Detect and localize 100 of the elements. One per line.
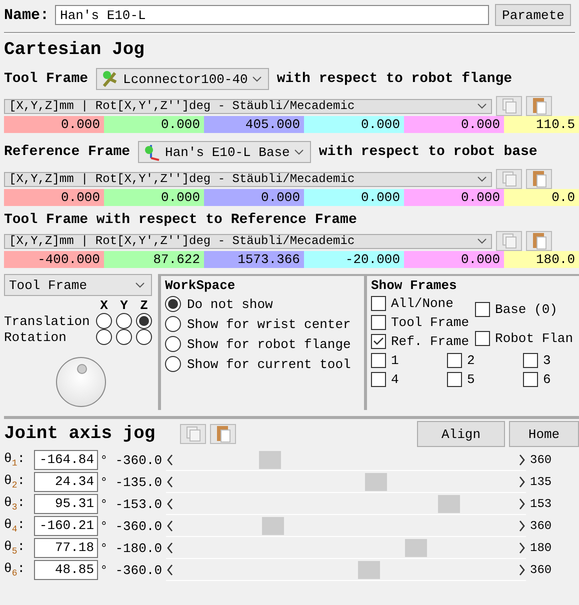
jog-label: Translation bbox=[4, 314, 91, 328]
format-dropdown[interactable]: [X,Y,Z]mm | Rot[X,Y',Z'']deg - Stäubli/Mecademic bbox=[4, 172, 492, 186]
format-dropdown[interactable]: [X,Y,Z]mm | Rot[X,Y',Z'']deg - Stäubli/Mecademic bbox=[4, 98, 492, 114]
checkbox-label: Tool Frame bbox=[391, 315, 470, 330]
value-field[interactable]: 0.000 bbox=[4, 116, 104, 133]
degree-unit: ° bbox=[99, 452, 108, 468]
checkbox[interactable] bbox=[447, 372, 462, 387]
radio-button[interactable] bbox=[116, 329, 132, 345]
joint-field[interactable]: 48.85 bbox=[34, 560, 98, 580]
checkbox[interactable] bbox=[371, 315, 386, 330]
radio-button[interactable] bbox=[165, 296, 181, 312]
value-field[interactable]: 180.0 bbox=[504, 251, 579, 268]
paste-icon[interactable] bbox=[526, 231, 552, 251]
joint-field[interactable]: -164.84 bbox=[34, 450, 98, 470]
joint-field[interactable]: 95.31 bbox=[34, 494, 98, 514]
joint-slider[interactable] bbox=[166, 560, 526, 580]
value-field[interactable]: 0.000 bbox=[304, 189, 404, 206]
mode-dropdown[interactable]: Tool Frame bbox=[4, 274, 152, 296]
slider-thumb[interactable] bbox=[404, 538, 427, 556]
slider-thumb[interactable] bbox=[262, 516, 284, 534]
paste-icon[interactable] bbox=[210, 424, 236, 444]
section-title: Joint axis jog bbox=[4, 424, 156, 444]
joint-label: θ$_{2}$: bbox=[4, 473, 26, 491]
value-field[interactable]: 0.000 bbox=[304, 116, 404, 133]
name-field[interactable]: Han's E10-L bbox=[55, 5, 490, 25]
checkbox[interactable] bbox=[523, 353, 538, 368]
align-button[interactable]: Align bbox=[417, 421, 505, 447]
joint-slider[interactable] bbox=[166, 494, 526, 514]
value-field[interactable]: 0.000 bbox=[104, 116, 204, 133]
home-button[interactable]: Home bbox=[509, 421, 579, 447]
joint-field[interactable]: 77.18 bbox=[34, 538, 98, 558]
radio-button[interactable] bbox=[165, 356, 181, 372]
check-icon bbox=[373, 337, 384, 346]
axes-icon bbox=[143, 143, 162, 161]
axis-label: Y bbox=[119, 298, 129, 313]
jog-knob[interactable] bbox=[56, 357, 106, 407]
joint-slider[interactable] bbox=[166, 450, 526, 470]
max-label: 360 bbox=[529, 563, 552, 577]
value-field[interactable]: -20.000 bbox=[304, 251, 404, 268]
value-field[interactable]: 405.000 bbox=[204, 116, 304, 133]
value-field[interactable]: 0.000 bbox=[404, 251, 504, 268]
radio-button[interactable] bbox=[165, 316, 181, 332]
checkbox[interactable] bbox=[475, 302, 490, 317]
degree-unit: ° bbox=[99, 496, 108, 512]
degree-unit: ° bbox=[99, 474, 108, 490]
value-field[interactable]: 1573.366 bbox=[204, 251, 304, 268]
checkbox-label: 3 bbox=[543, 353, 551, 368]
joint-slider[interactable] bbox=[166, 538, 526, 558]
parameters-button[interactable]: Paramete bbox=[495, 4, 572, 26]
checkbox-label: 4 bbox=[391, 372, 399, 387]
chevron-icon bbox=[252, 76, 262, 82]
joint-field[interactable]: 24.34 bbox=[34, 472, 98, 492]
axis-label: X bbox=[99, 298, 109, 313]
value-field[interactable]: 87.622 bbox=[104, 251, 204, 268]
value-field[interactable]: 0.000 bbox=[104, 189, 204, 206]
checkbox[interactable] bbox=[475, 331, 490, 346]
radio-button[interactable] bbox=[165, 336, 181, 352]
radio-button[interactable] bbox=[96, 329, 112, 345]
value-field[interactable]: 110.5 bbox=[504, 116, 579, 133]
joint-slider[interactable] bbox=[166, 516, 526, 536]
checkbox[interactable] bbox=[371, 296, 386, 311]
slider-thumb[interactable] bbox=[364, 472, 387, 490]
checkbox[interactable] bbox=[371, 334, 386, 349]
value-field[interactable]: 0.0 bbox=[504, 189, 579, 206]
checkbox[interactable] bbox=[371, 353, 386, 368]
frame-label: Tool Frame with respect to Reference Frame bbox=[3, 211, 358, 229]
reference-dropdown[interactable]: Han's E10-L Base bbox=[138, 141, 311, 163]
checkbox[interactable] bbox=[447, 353, 462, 368]
checkbox[interactable] bbox=[371, 372, 386, 387]
chevron-icon bbox=[477, 238, 487, 244]
slider-thumb[interactable] bbox=[358, 560, 380, 578]
radio-button[interactable] bbox=[96, 313, 112, 329]
joint-slider[interactable] bbox=[166, 472, 526, 492]
name-label: Name: bbox=[4, 6, 50, 24]
value-field[interactable]: 0.000 bbox=[404, 116, 504, 133]
min-label: -135.0 bbox=[114, 474, 162, 490]
tool-dropdown[interactable]: Lconnector100-40 bbox=[96, 68, 269, 90]
slider-thumb[interactable] bbox=[438, 494, 460, 512]
value-field[interactable]: 0.000 bbox=[204, 189, 304, 206]
max-label: 153 bbox=[529, 497, 552, 511]
min-label: -360.0 bbox=[114, 518, 162, 534]
format-dropdown[interactable]: [X,Y,Z]mm | Rot[X,Y',Z'']deg - Stäubli/Mecademic bbox=[4, 234, 492, 248]
value-field[interactable]: 0.000 bbox=[4, 189, 104, 206]
panel-title: Show Frames bbox=[371, 278, 458, 293]
max-label: 360 bbox=[529, 519, 552, 533]
chevron-icon bbox=[294, 149, 304, 155]
chevron-icon bbox=[477, 176, 487, 182]
degree-unit: ° bbox=[99, 562, 108, 578]
radio-button[interactable] bbox=[136, 329, 152, 345]
min-label: -360.0 bbox=[114, 452, 162, 468]
checkbox[interactable] bbox=[523, 372, 538, 387]
value-field[interactable]: 0.000 bbox=[404, 189, 504, 206]
paste-icon[interactable] bbox=[526, 169, 552, 189]
max-label: 180 bbox=[529, 541, 552, 555]
paste-icon[interactable] bbox=[526, 96, 552, 116]
slider-thumb[interactable] bbox=[258, 450, 281, 468]
value-field[interactable]: -400.000 bbox=[4, 251, 104, 268]
radio-button[interactable] bbox=[116, 313, 132, 329]
radio-button[interactable] bbox=[136, 313, 152, 329]
joint-field[interactable]: -160.21 bbox=[34, 516, 98, 536]
